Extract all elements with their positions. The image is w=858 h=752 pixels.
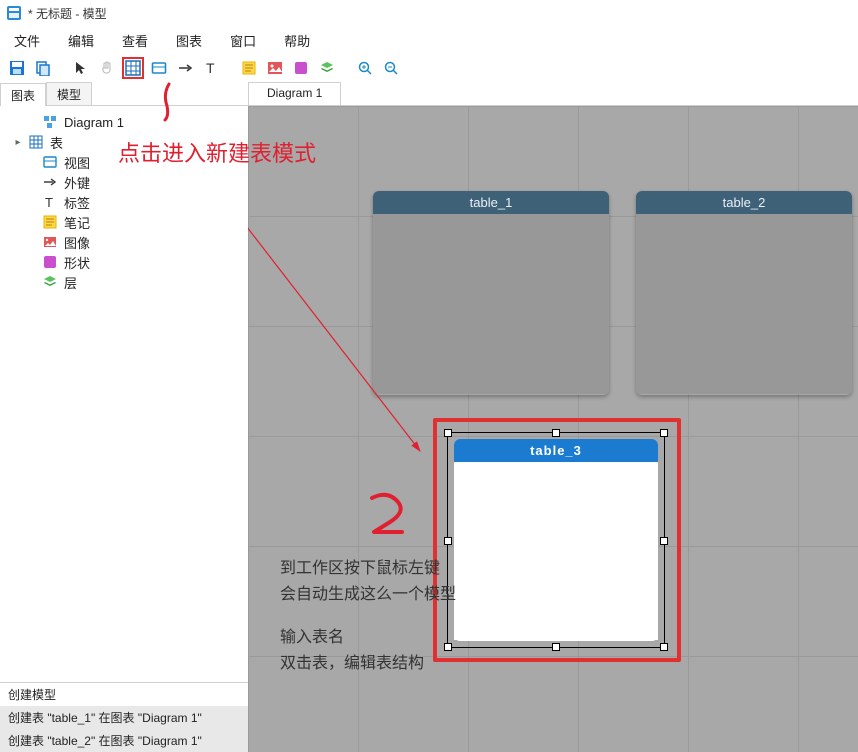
table-header: table_2 xyxy=(636,191,852,214)
copy-button[interactable] xyxy=(32,57,54,79)
side-tabs: 图表 模型 xyxy=(0,82,248,106)
layer-icon xyxy=(42,274,58,290)
db-table-2[interactable]: table_2 xyxy=(636,191,852,395)
fk-icon xyxy=(42,174,58,190)
image-icon xyxy=(42,234,58,250)
tree-item-label[interactable]: T 标签 xyxy=(4,192,244,212)
annotation-step2-number xyxy=(358,486,412,552)
save-button[interactable] xyxy=(6,57,28,79)
tree-item-table[interactable]: ▸ 表 xyxy=(4,132,244,152)
resize-handle-w[interactable] xyxy=(444,537,452,545)
tree-item-label: 层 xyxy=(64,273,77,292)
history-panel: 创建模型 创建表 "table_1" 在图表 "Diagram 1" 创建表 "… xyxy=(0,682,248,752)
tree-item-shape[interactable]: 形状 xyxy=(4,252,244,272)
new-table-tool[interactable] xyxy=(122,57,144,79)
db-table-1[interactable]: table_1 xyxy=(373,191,609,395)
db-table-3[interactable]: table_3 xyxy=(454,439,658,641)
label-tool[interactable]: T xyxy=(200,57,222,79)
canvas-area: Diagram 1 table_1 table_2 xyxy=(248,82,858,752)
tree-item-fk[interactable]: 外键 xyxy=(4,172,244,192)
menu-window[interactable]: 窗口 xyxy=(222,27,264,54)
canvas-tab-diagram1[interactable]: Diagram 1 xyxy=(248,82,341,105)
tree-item-label: 视图 xyxy=(64,153,90,172)
side-tab-diagram[interactable]: 图表 xyxy=(0,83,46,106)
tree-item-label: 图像 xyxy=(64,233,90,252)
history-row[interactable]: 创建表 "table_2" 在图表 "Diagram 1" xyxy=(0,729,248,752)
tree-item-note[interactable]: 笔记 xyxy=(4,212,244,232)
zoom-in-tool[interactable] xyxy=(354,57,376,79)
resize-handle-se[interactable] xyxy=(660,643,668,651)
canvas-tabs: Diagram 1 xyxy=(248,82,858,106)
table-body xyxy=(636,214,852,394)
main-area: 图表 模型 Diagram 1 ▸ 表 视图 外键 xyxy=(0,82,858,752)
tree-item-label: Diagram 1 xyxy=(64,115,124,130)
layer-tool[interactable] xyxy=(316,57,338,79)
diagram-icon xyxy=(42,114,58,130)
svg-text:T: T xyxy=(45,195,53,209)
annotation-line: 双击表，编辑表结构 xyxy=(280,651,456,677)
menu-edit[interactable]: 编辑 xyxy=(60,27,102,54)
shape-icon xyxy=(42,254,58,270)
resize-handle-ne[interactable] xyxy=(660,429,668,437)
resize-handle-n[interactable] xyxy=(552,429,560,437)
menu-view[interactable]: 查看 xyxy=(114,27,156,54)
image-tool[interactable] xyxy=(264,57,286,79)
tree-item-label: 外键 xyxy=(64,173,90,192)
annotation-step2-text: 到工作区按下鼠标左键 会自动生成这么一个模型 输入表名 双击表，编辑表结构 xyxy=(280,556,456,676)
view-tool[interactable] xyxy=(148,57,170,79)
svg-text:T: T xyxy=(206,60,215,76)
menu-file[interactable]: 文件 xyxy=(6,27,48,54)
tree-item-label: 笔记 xyxy=(64,213,90,232)
menu-bar: 文件 编辑 查看 图表 窗口 帮助 xyxy=(0,26,858,54)
history-row[interactable]: 创建表 "table_1" 在图表 "Diagram 1" xyxy=(0,706,248,729)
pointer-tool[interactable] xyxy=(70,57,92,79)
label-icon: T xyxy=(42,194,58,210)
diagram-canvas[interactable]: table_1 table_2 table_3 xyxy=(248,106,858,752)
tree-item-image[interactable]: 图像 xyxy=(4,232,244,252)
annotation-line: 到工作区按下鼠标左键 xyxy=(280,556,456,582)
hand-tool[interactable] xyxy=(96,57,118,79)
annotation-line: 输入表名 xyxy=(280,625,456,651)
side-panel: 图表 模型 Diagram 1 ▸ 表 视图 外键 xyxy=(0,82,248,752)
table-icon xyxy=(28,134,44,150)
table-header: table_1 xyxy=(373,191,609,214)
table-body-editing[interactable] xyxy=(454,462,658,640)
side-tab-model[interactable]: 模型 xyxy=(46,82,92,105)
table-header: table_3 xyxy=(454,439,658,462)
tree-item-view[interactable]: 视图 xyxy=(4,152,244,172)
zoom-out-tool[interactable] xyxy=(380,57,402,79)
history-row[interactable]: 创建模型 xyxy=(0,683,248,706)
shape-tool[interactable] xyxy=(290,57,312,79)
resize-handle-sw[interactable] xyxy=(444,643,452,651)
app-icon xyxy=(6,5,22,21)
tool-bar: T xyxy=(0,54,858,82)
menu-diagram[interactable]: 图表 xyxy=(168,27,210,54)
title-bar: * 无标题 - 模型 xyxy=(0,0,858,26)
tree-item-label: 表 xyxy=(50,133,63,152)
tree-item-label: 标签 xyxy=(64,193,90,212)
tree-item-diagram[interactable]: Diagram 1 xyxy=(4,112,244,132)
fk-tool[interactable] xyxy=(174,57,196,79)
annotation-line: 会自动生成这么一个模型 xyxy=(280,582,456,608)
tree-item-label: 形状 xyxy=(64,253,90,272)
window-title: * 无标题 - 模型 xyxy=(28,5,107,22)
view-icon xyxy=(42,154,58,170)
note-icon xyxy=(42,214,58,230)
resize-handle-s[interactable] xyxy=(552,643,560,651)
resize-handle-e[interactable] xyxy=(660,537,668,545)
table-body xyxy=(373,214,609,394)
note-tool[interactable] xyxy=(238,57,260,79)
menu-help[interactable]: 帮助 xyxy=(276,27,318,54)
resize-handle-nw[interactable] xyxy=(444,429,452,437)
tree-item-layer[interactable]: 层 xyxy=(4,272,244,292)
sidebar-tree[interactable]: Diagram 1 ▸ 表 视图 外键 T 标签 xyxy=(0,106,248,682)
expand-icon[interactable]: ▸ xyxy=(14,137,22,148)
